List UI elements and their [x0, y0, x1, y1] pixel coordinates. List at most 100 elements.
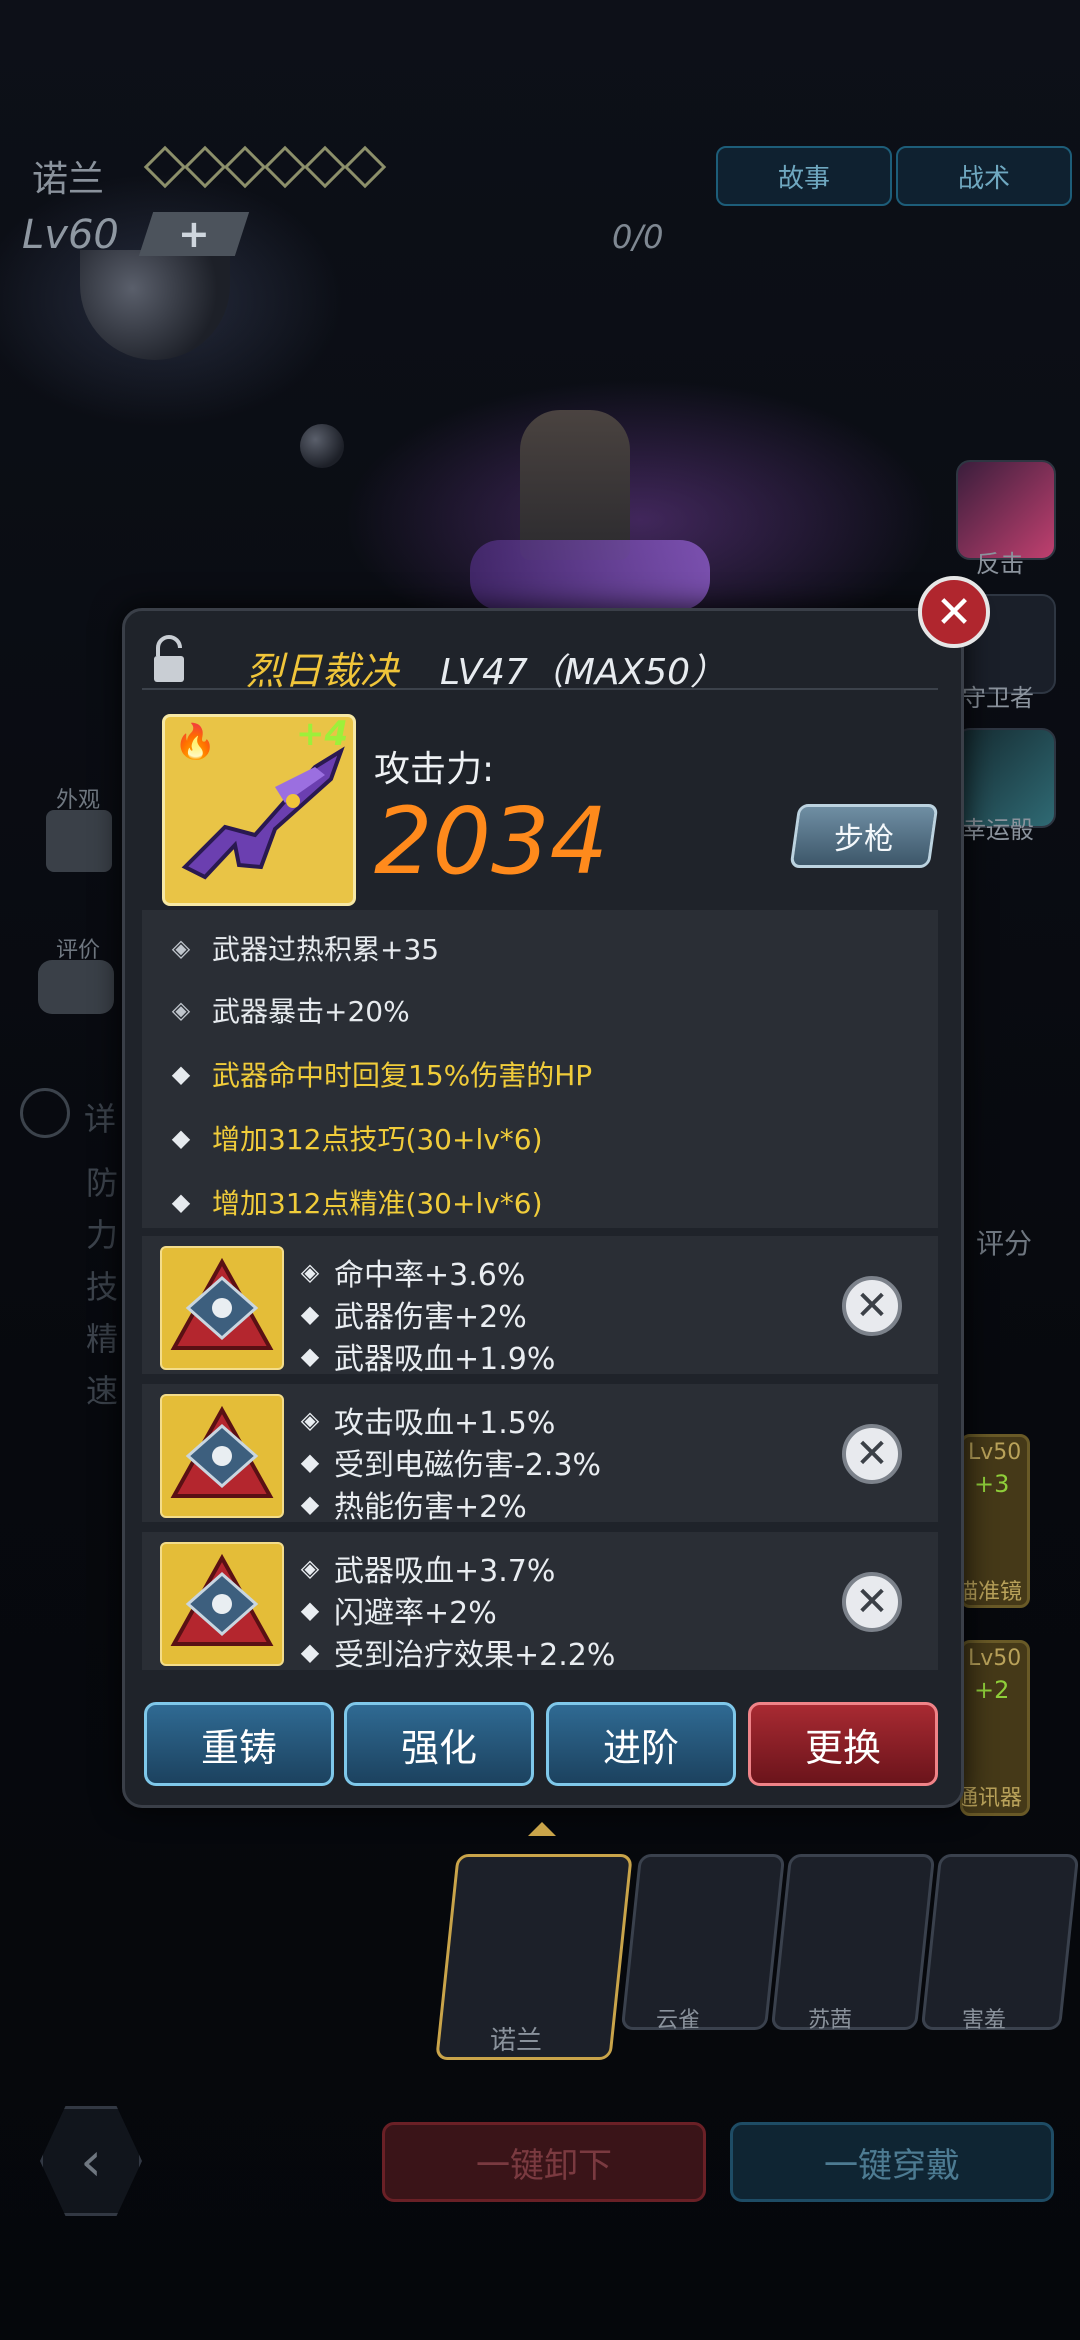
chat-bubble-icon[interactable] [38, 960, 114, 1014]
hero-card-label: 诺兰 [490, 2026, 543, 2056]
diamond-icon: ◆ [300, 1448, 320, 1476]
weapon-stat-text: 武器过热积累+35 [212, 933, 440, 966]
hero-card[interactable] [620, 1854, 786, 2030]
plus-icon: + [178, 212, 210, 256]
diamond-icon: ◆ [300, 1638, 320, 1666]
diamond-icon: ◆ [300, 1342, 320, 1370]
hero-weapon-silhouette [470, 540, 710, 610]
attr-precision: 精 [86, 1320, 119, 1358]
weapon-type-label: 步枪 [834, 822, 894, 857]
equip-all-button[interactable]: 一键穿戴 [730, 2122, 1054, 2202]
close-icon: ✕ [855, 1579, 889, 1625]
rank-diamond-icon [343, 145, 387, 189]
hero-card[interactable] [770, 1854, 936, 2030]
weapon-stat-text: 武器命中时回复15%伤害的HP [212, 1059, 593, 1092]
weapon-stat-row: ◈ 武器暴击+20% [168, 990, 410, 1030]
rank-diamond-icon [303, 145, 347, 189]
gem-stat-line: ◆ 受到电磁伤害-2.3% [298, 1440, 601, 1484]
close-icon: ✕ [855, 1431, 889, 1477]
attr-speed: 速 [86, 1372, 119, 1410]
gear-diamond-icon: ◈ [300, 1554, 320, 1582]
title-divider [142, 688, 938, 690]
close-icon: ✕ [935, 586, 973, 638]
gem-icon [160, 1542, 284, 1666]
remove-gem-button[interactable]: ✕ [842, 1276, 902, 1336]
gem-stat-text: 受到电磁伤害-2.3% [334, 1448, 602, 1483]
attr-skill: 技 [86, 1268, 119, 1306]
skill-guardian-label: 守卫者 [962, 684, 1034, 712]
diamond-icon: ◆ [171, 1060, 191, 1088]
skill-lucky-dice-label: 幸运骰 [962, 816, 1034, 844]
rank-diamond-icon [183, 145, 227, 189]
gem-stat-text: 武器吸血+3.7% [334, 1554, 556, 1589]
weapon-stat-text: 增加312点精准(30+lv*6) [212, 1187, 543, 1220]
equip-card-level: Lv50 [968, 1440, 1022, 1465]
moon-decoration [300, 424, 344, 468]
diamond-icon: ◆ [171, 1188, 191, 1216]
advance-button[interactable]: 进阶 [546, 1702, 736, 1786]
attr-defense: 防 [86, 1164, 119, 1202]
gem-emblem-icon [170, 1257, 274, 1350]
gem-stat-line: ◆ 热能伤害+2% [298, 1482, 527, 1526]
equip-card-plus: +3 [974, 1470, 1010, 1498]
gem-emblem-icon [170, 1405, 274, 1498]
gear-diamond-icon: ◈ [171, 996, 191, 1024]
weapon-stat-row: ◆ 增加312点技巧(30+lv*6) [168, 1118, 543, 1158]
equip-card-label: 通讯器 [962, 1786, 1022, 1811]
weapon-stat-text: 增加312点技巧(30+lv*6) [212, 1123, 543, 1156]
replace-button[interactable]: 更换 [748, 1702, 938, 1786]
gem-stat-text: 闪避率+2% [334, 1596, 497, 1631]
close-icon: ✕ [855, 1283, 889, 1329]
search-icon[interactable] [20, 1088, 70, 1138]
tab-story[interactable]: 故事 [716, 146, 892, 206]
gem-icon [160, 1394, 284, 1518]
tab-tactics[interactable]: 战术 [896, 146, 1072, 206]
level-up-button[interactable]: + [138, 212, 250, 256]
gem-stat-line: ◆ 闪避率+2% [298, 1588, 497, 1632]
close-button[interactable]: ✕ [918, 576, 990, 648]
fire-icon: 🔥 [174, 722, 217, 762]
attack-value: 2034 [374, 788, 609, 895]
hero-portrait [520, 410, 630, 560]
rank-diamond-icon [143, 145, 187, 189]
gem-stat-text: 受到治疗效果+2.2% [334, 1638, 616, 1673]
attack-label: 攻击力: [374, 749, 495, 790]
weapon-stat-row: ◆ 增加312点精准(30+lv*6) [168, 1182, 543, 1222]
gear-diamond-icon: ◈ [300, 1258, 320, 1286]
equip-card-level: Lv50 [968, 1646, 1022, 1671]
gem-stat-line: ◈ 命中率+3.6% [298, 1250, 526, 1294]
equip-card-label: 瞄准镜 [962, 1580, 1022, 1605]
gem-emblem-icon [170, 1553, 274, 1646]
exp-progress: 0/0 [612, 218, 664, 256]
lock-icon[interactable] [152, 634, 186, 684]
gem-stat-text: 武器伤害+2% [334, 1300, 527, 1335]
hero-card-label: 云雀 [656, 2008, 701, 2033]
gem-stat-line: ◈ 武器吸血+3.7% [298, 1546, 556, 1590]
attr-power: 力 [86, 1216, 119, 1254]
hero-level: Lv60 [22, 212, 119, 258]
enhance-button[interactable]: 强化 [344, 1702, 534, 1786]
unequip-all-button[interactable]: 一键卸下 [382, 2122, 706, 2202]
gem-stat-text: 攻击吸血+1.5% [334, 1406, 556, 1441]
remove-gem-button[interactable]: ✕ [842, 1572, 902, 1632]
selected-indicator-icon [528, 1822, 556, 1836]
score-label: 评分 [976, 1227, 1033, 1260]
star-rating [143, 145, 387, 189]
hero-name: 诺兰 [32, 159, 105, 200]
weapon-stat-row: ◆ 武器命中时回复15%伤害的HP [168, 1054, 592, 1094]
diamond-icon: ◆ [300, 1300, 320, 1328]
shirt-icon[interactable] [46, 810, 112, 872]
chevron-left-icon: ‹ [80, 2129, 102, 2193]
remove-gem-button[interactable]: ✕ [842, 1424, 902, 1484]
diamond-icon: ◆ [171, 1124, 191, 1152]
reforge-button[interactable]: 重铸 [144, 1702, 334, 1786]
gem-stat-line: ◆ 武器吸血+1.9% [298, 1334, 556, 1378]
weapon-name: 烈日裁决 [246, 649, 399, 693]
gem-icon [160, 1246, 284, 1370]
gem-stat-text: 命中率+3.6% [334, 1258, 526, 1293]
gem-stat-line: ◆ 受到治疗效果+2.2% [298, 1630, 616, 1674]
diamond-icon: ◆ [300, 1596, 320, 1624]
details-label: 详 [84, 1100, 117, 1138]
weapon-stat-row: ◈ 武器过热积累+35 [168, 928, 439, 968]
gear-diamond-icon: ◈ [300, 1406, 320, 1434]
